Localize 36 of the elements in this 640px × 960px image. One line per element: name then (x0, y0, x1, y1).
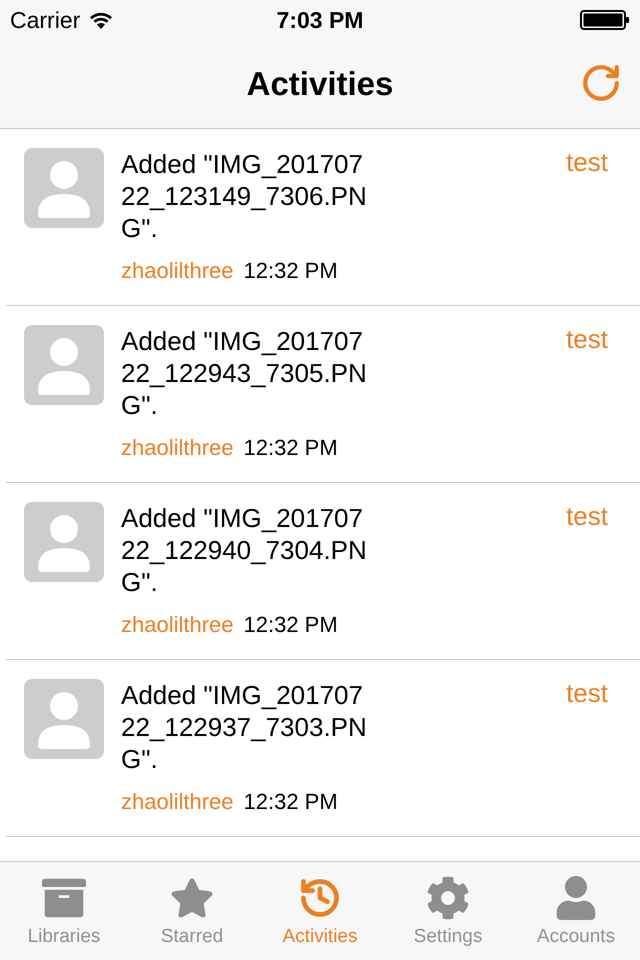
activity-time: 12:32 PM (244, 435, 338, 461)
user-name: zhaolilthree (121, 435, 234, 461)
battery-icon (580, 10, 630, 30)
activity-time: 12:32 PM (244, 789, 338, 815)
tab-item[interactable]: Starred (128, 862, 256, 960)
star-icon (170, 876, 214, 920)
activity-time: 12:32 PM (244, 612, 338, 638)
activity-message: Added "IMG_201707 22_122937_7303.PN G". (121, 679, 368, 775)
tab-item[interactable]: Activities (256, 862, 384, 960)
library-name: test (566, 501, 608, 532)
refresh-button[interactable] (580, 62, 622, 104)
user-name: zhaolilthree (121, 612, 234, 638)
library-name: test (566, 147, 608, 178)
user-name: zhaolilthree (121, 789, 234, 815)
avatar-icon (24, 325, 104, 405)
wifi-icon (88, 10, 114, 30)
clock-time: 7:03 PM (276, 6, 364, 34)
archive-icon (42, 876, 86, 920)
user-name: zhaolilthree (121, 258, 234, 284)
library-name: test (566, 678, 608, 709)
activity-message: Added "IMG_201707 22_122940_7304.PN G". (121, 502, 368, 598)
carrier-label: Carrier (10, 6, 80, 34)
tab-item[interactable]: Settings (384, 862, 512, 960)
history-icon (298, 876, 342, 920)
activity-message: Added "IMG_201707 22_122943_7305.PN G". (121, 325, 368, 421)
avatar-icon (24, 502, 104, 582)
avatar-icon (24, 148, 104, 228)
avatar-icon (24, 679, 104, 759)
tab-item[interactable]: Accounts (512, 862, 640, 960)
screen-title: Activities (246, 65, 394, 103)
activity-time: 12:32 PM (244, 258, 338, 284)
person-icon (554, 876, 598, 920)
tab-item[interactable]: Libraries (0, 862, 128, 960)
library-name: test (566, 324, 608, 355)
settings-icon (426, 876, 470, 920)
activity-message: Added "IMG_201707 22_123149_7306.PN G". (121, 148, 368, 244)
